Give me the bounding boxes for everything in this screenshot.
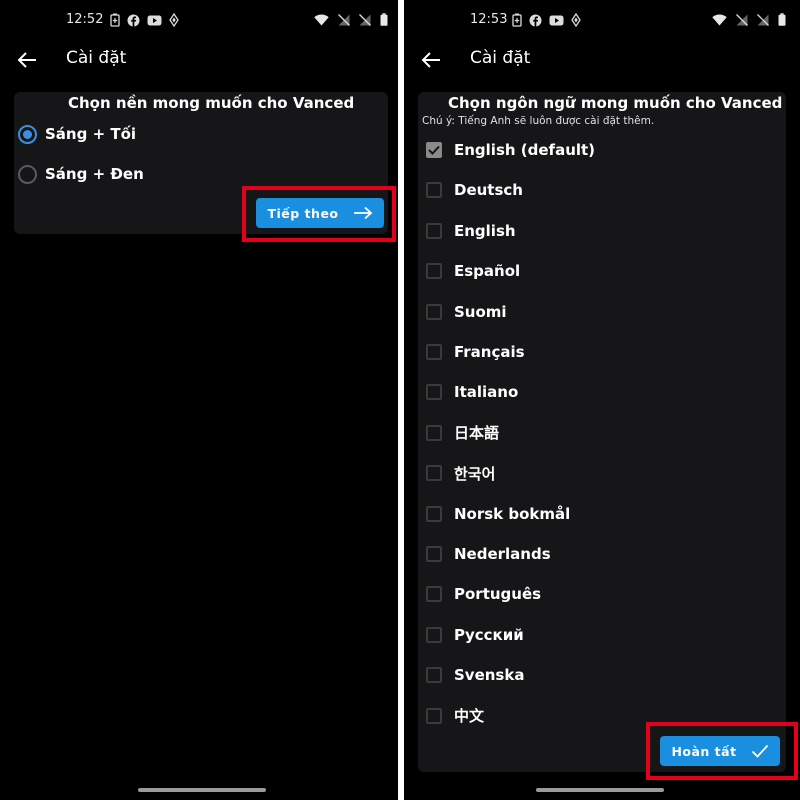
left-screen: 12:52 Cài đặt Chọn nền mong muốn cho Van… [0, 0, 398, 800]
language-option[interactable]: English (default) [420, 136, 595, 164]
language-label: 中文 [454, 707, 485, 726]
checkbox[interactable] [426, 707, 442, 724]
language-label: Español [454, 262, 521, 281]
language-option[interactable]: English [420, 217, 516, 245]
theme-option-label: Sáng + Tối [45, 125, 137, 143]
facebook-icon [529, 14, 542, 26]
back-arrow-icon[interactable] [420, 50, 442, 70]
checkmark-icon [751, 744, 768, 758]
arrow-right-icon [353, 206, 372, 220]
language-option[interactable]: Italiano [420, 378, 518, 406]
language-label: Nederlands [454, 545, 551, 563]
theme-card-title: Chọn nền mong muốn cho Vanced [68, 94, 355, 112]
language-card-title: Chọn ngôn ngữ mong muốn cho Vanced [448, 94, 783, 112]
language-option[interactable]: 한국어 [420, 459, 495, 487]
no-signal-icon [757, 13, 769, 26]
status-bar: 12:52 [0, 0, 398, 40]
checkbox[interactable] [426, 222, 442, 239]
language-option[interactable]: Svenska [420, 661, 524, 689]
language-option[interactable]: 中文 [420, 702, 484, 730]
checkbox[interactable] [426, 182, 442, 199]
theme-option-label: Sáng + Đen [45, 165, 144, 183]
checkbox[interactable] [426, 626, 442, 643]
theme-card: Chọn nền mong muốn cho Vanced Sáng + Tối… [14, 92, 388, 234]
battery-icon [778, 13, 786, 26]
theme-option-light-dark[interactable]: Sáng + Tối [18, 120, 136, 148]
language-option[interactable]: 日本語 [420, 419, 499, 447]
language-label: 日本語 [454, 424, 500, 443]
radio-button-checked[interactable] [18, 124, 37, 144]
checkmark-icon [428, 145, 440, 155]
language-label: Deutsch [454, 181, 523, 200]
app-bar: Cài đặt [0, 40, 398, 80]
language-label: Norsk bokmål [454, 504, 571, 523]
language-label: Suomi [454, 302, 507, 321]
battery-saver-icon [110, 13, 120, 27]
home-indicator[interactable] [138, 788, 266, 792]
language-label: Русский [454, 625, 524, 644]
checkbox[interactable] [426, 424, 442, 441]
checkbox[interactable] [426, 344, 442, 360]
back-arrow-icon[interactable] [16, 50, 38, 70]
youtube-icon [549, 15, 564, 25]
language-option[interactable]: Français [420, 338, 525, 366]
language-option[interactable]: Português [420, 580, 541, 608]
done-button[interactable]: Hoàn tất [660, 736, 780, 766]
wifi-icon [314, 14, 329, 25]
checkbox[interactable] [426, 505, 442, 522]
language-option[interactable]: Suomi [420, 298, 507, 326]
checkbox-checked[interactable] [426, 142, 442, 158]
radio-button[interactable] [18, 164, 37, 184]
no-signal-icon [736, 13, 748, 26]
checkbox[interactable] [426, 263, 442, 280]
vanced-icon [169, 13, 179, 27]
wifi-icon [712, 14, 727, 25]
battery-icon [380, 13, 388, 26]
status-time: 12:53 [470, 12, 508, 27]
language-card-note: Chú ý: Tiếng Anh sẽ luôn được cài đặt th… [422, 115, 655, 127]
theme-option-light-black[interactable]: Sáng + Đen [18, 160, 144, 188]
language-option[interactable]: Русский [420, 621, 524, 649]
no-signal-icon [359, 13, 371, 26]
app-bar: Cài đặt [404, 40, 800, 80]
language-option[interactable]: Norsk bokmål [420, 500, 570, 528]
language-label: Português [454, 585, 542, 604]
page-title: Cài đặt [66, 48, 127, 68]
page-title: Cài đặt [470, 48, 531, 68]
checkbox[interactable] [426, 546, 442, 562]
next-button-label: Tiếp theo [267, 205, 339, 221]
facebook-icon [127, 14, 140, 26]
language-label: 한국어 [454, 464, 496, 483]
language-label: Italiano [454, 383, 519, 402]
vanced-icon [571, 13, 581, 27]
checkbox[interactable] [426, 384, 442, 401]
battery-saver-icon [512, 13, 522, 27]
status-bar: 12:53 [404, 0, 800, 40]
youtube-icon [147, 15, 162, 25]
done-button-label: Hoàn tất [671, 743, 737, 759]
language-option[interactable]: Español [420, 257, 520, 285]
language-option[interactable]: Deutsch [420, 176, 523, 204]
language-label: English (default) [454, 141, 596, 159]
checkbox[interactable] [426, 303, 442, 320]
no-signal-icon [338, 13, 350, 26]
checkbox[interactable] [426, 586, 442, 603]
next-button[interactable]: Tiếp theo [256, 198, 384, 228]
checkbox[interactable] [426, 667, 442, 684]
language-label: Svenska [454, 666, 525, 685]
language-label: English [454, 221, 516, 240]
language-label: Français [454, 343, 525, 361]
status-time: 12:52 [66, 12, 104, 27]
home-indicator[interactable] [536, 788, 664, 792]
language-option[interactable]: Nederlands [420, 540, 551, 568]
checkbox[interactable] [426, 465, 442, 482]
